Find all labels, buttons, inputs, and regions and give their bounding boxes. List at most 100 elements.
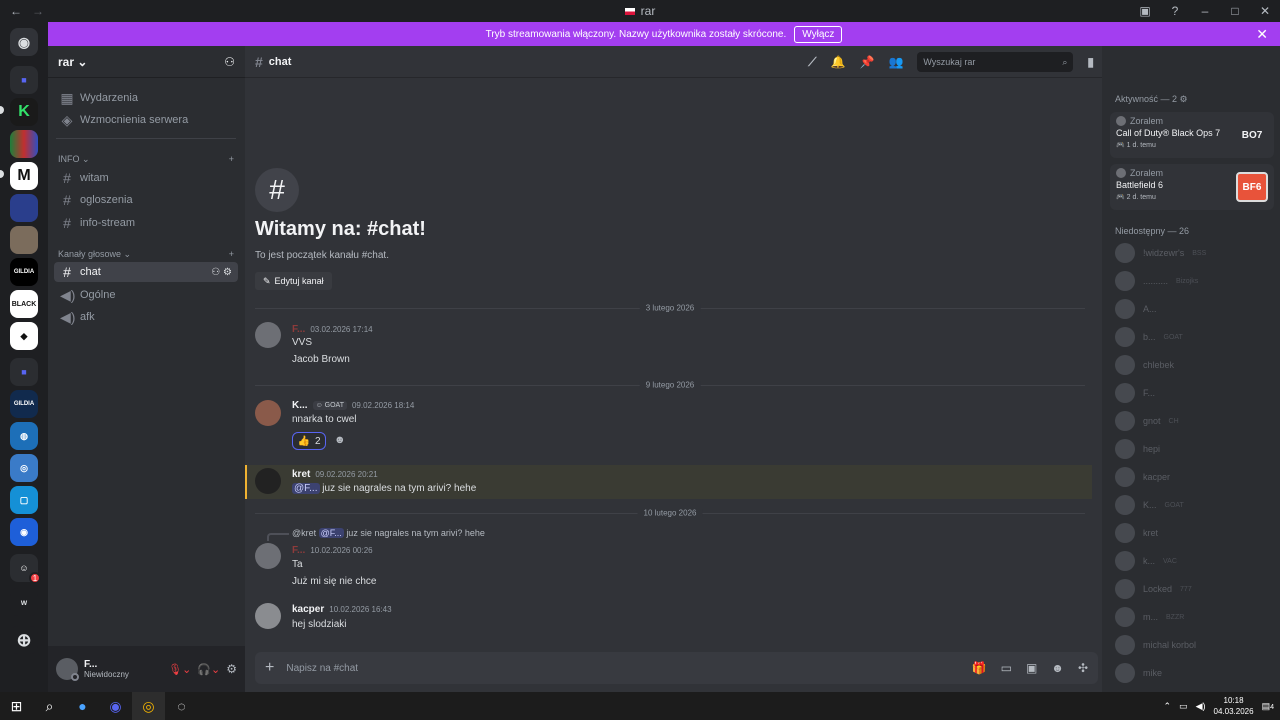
member-item[interactable]: k... VAC (1115, 550, 1275, 572)
add-reaction-icon[interactable]: ☻ (334, 434, 346, 446)
avatar[interactable] (255, 400, 281, 426)
tray-chevron-icon[interactable]: ⌃ (1164, 701, 1172, 712)
back-arrow-icon[interactable]: ← (10, 4, 22, 18)
members-icon[interactable]: 👥 (888, 55, 903, 69)
disable-streamer-button[interactable]: Wyłącz (794, 25, 843, 43)
member-item[interactable]: .......... Bizojks (1115, 270, 1275, 292)
forward-arrow-icon[interactable]: → (32, 4, 44, 18)
sticker-icon[interactable]: ▣ (1026, 661, 1037, 675)
avatar[interactable] (56, 658, 79, 681)
inbox-icon[interactable]: ▣ (1130, 4, 1160, 18)
discord-home-icon[interactable]: ◉ (10, 28, 38, 56)
activity-card[interactable]: Zoralem Call of Duty® Black Ops 7 🎮 1 d.… (1110, 112, 1274, 158)
member-item[interactable]: hepi (1115, 438, 1275, 460)
close-banner-icon[interactable]: ✕ (1256, 26, 1268, 43)
member-item[interactable]: mike (1115, 662, 1275, 684)
member-item[interactable]: kret (1115, 522, 1275, 544)
message-author[interactable]: F... (292, 545, 305, 556)
avatar[interactable] (255, 543, 281, 569)
chrome-taskbar-icon[interactable]: ◎ (132, 692, 165, 720)
channel-ogloszenia[interactable]: # ogloszenia (54, 190, 238, 210)
maximize-button[interactable]: □ (1220, 4, 1250, 18)
pin-icon[interactable]: 📌 (859, 55, 874, 69)
server-k[interactable]: K (10, 98, 38, 126)
message-author[interactable]: F... (292, 324, 305, 335)
add-channel-icon[interactable]: + (229, 249, 234, 260)
folder-icon[interactable]: ■ (10, 66, 38, 94)
member-item[interactable]: A... (1115, 298, 1275, 320)
server-6[interactable]: GILDIA (10, 258, 38, 286)
reply-preview[interactable]: @kret @F... juz sie nagrales na tym ariv… (292, 528, 485, 538)
inbox-icon[interactable]: ▮ (1087, 55, 1094, 69)
app-icon-2[interactable]: ◌ (165, 692, 198, 720)
bell-icon[interactable]: 🔔 (831, 55, 846, 69)
server-5[interactable] (10, 226, 38, 254)
member-item[interactable]: chlebek (1115, 354, 1275, 376)
gift-icon[interactable]: 🎁 (972, 661, 987, 675)
windows-start-icon[interactable]: ⊞ (0, 692, 33, 720)
deafen-icon[interactable]: 🎧⌄ (197, 663, 220, 676)
minimize-button[interactable]: – (1190, 4, 1220, 18)
sidebar-events[interactable]: ▦ Wydarzenia (54, 88, 238, 108)
sidebar-boosts[interactable]: ◈ Wzmocnienia serwera (54, 110, 238, 130)
channel-chat[interactable]: # chat ⚇ ⚙ (54, 262, 238, 282)
server-2[interactable] (10, 130, 38, 158)
message-author[interactable]: kacper (292, 604, 324, 615)
voice-ogolne[interactable]: ◀) Ogólne (54, 285, 238, 305)
user-mention[interactable]: @F... (318, 528, 344, 538)
message-author[interactable]: K... (292, 400, 308, 411)
voice-afk[interactable]: ◀) afk (54, 307, 238, 327)
discord-taskbar-icon[interactable]: ◉ (99, 692, 132, 720)
add-server-icon[interactable]: ⊕ (10, 626, 38, 654)
mute-mic-icon[interactable]: 🎙⌄ (168, 663, 191, 676)
gif-icon[interactable]: ▭ (1001, 661, 1012, 675)
category-voice[interactable]: Kanały głosowe ⌄ + (58, 249, 234, 260)
folder-icon[interactable]: ■ (10, 358, 38, 386)
emoji-icon[interactable]: ☻ (1051, 661, 1064, 675)
avatar[interactable] (255, 322, 281, 348)
volume-icon[interactable]: ◀) (1196, 701, 1206, 712)
app-icon-1[interactable]: ● (66, 692, 99, 720)
threads-icon[interactable]: ⟋ (808, 55, 816, 70)
member-item[interactable]: Locked 777 (1115, 578, 1275, 600)
server-w[interactable]: w (10, 588, 38, 616)
message-composer[interactable]: + Napisz na #chat 🎁 ▭ ▣ ☻ ✣ (255, 652, 1098, 684)
guild-header[interactable]: rar ⌄ ⚇ (48, 46, 245, 78)
channel-info-stream[interactable]: # info-stream (54, 213, 238, 233)
category-info[interactable]: INFO ⌄ + (58, 154, 234, 165)
close-window-button[interactable]: ✕ (1250, 4, 1280, 18)
activity-card[interactable]: Zoralem Battlefield 6 🎮 2 d. temu BF6 (1110, 164, 1274, 210)
avatar[interactable] (255, 468, 281, 494)
server-13[interactable]: ◉ (10, 518, 38, 546)
member-item[interactable]: michal korbol (1115, 634, 1275, 656)
user-mention[interactable]: @F... (292, 483, 320, 494)
server-4[interactable] (10, 194, 38, 222)
member-item[interactable]: gnot CH (1115, 410, 1275, 432)
edit-channel-button[interactable]: ✎ Edytuj kanał (255, 272, 332, 290)
member-item[interactable]: b... GOAT (1115, 326, 1275, 348)
server-3[interactable]: M (10, 162, 38, 190)
server-10[interactable]: ◍ (10, 422, 38, 450)
add-attachment-icon[interactable]: + (265, 659, 274, 677)
member-item[interactable]: K... GOAT (1115, 494, 1275, 516)
invite-icon[interactable]: ⚇ ⚙ (211, 267, 232, 278)
reaction-thumbs-up[interactable]: 👍 2 (292, 432, 326, 450)
notification-icon[interactable]: ▤4 (1262, 701, 1274, 712)
message-author[interactable]: kret (292, 469, 310, 480)
apps-icon[interactable]: ✣ (1078, 661, 1088, 675)
server-11[interactable]: ◎ (10, 454, 38, 482)
help-icon[interactable]: ? (1160, 4, 1190, 18)
network-icon[interactable]: ▭ (1179, 701, 1188, 712)
avatar[interactable] (255, 603, 281, 629)
search-icon[interactable]: ⌕ (33, 692, 66, 720)
settings-gear-icon[interactable]: ⚙ (226, 662, 237, 676)
add-friend-icon[interactable]: ⚇ (224, 55, 235, 69)
server-8[interactable]: ◆ (10, 322, 38, 350)
channel-witam[interactable]: # witam (54, 168, 238, 188)
clock[interactable]: 10:18 04.03.2026 (1214, 695, 1254, 717)
add-channel-icon[interactable]: + (229, 154, 234, 165)
server-9[interactable]: GILDIA (10, 390, 38, 418)
server-7[interactable]: BLACK (10, 290, 38, 318)
member-item[interactable]: kacper (1115, 466, 1275, 488)
member-item[interactable]: !widzewr's BSS (1115, 242, 1275, 264)
